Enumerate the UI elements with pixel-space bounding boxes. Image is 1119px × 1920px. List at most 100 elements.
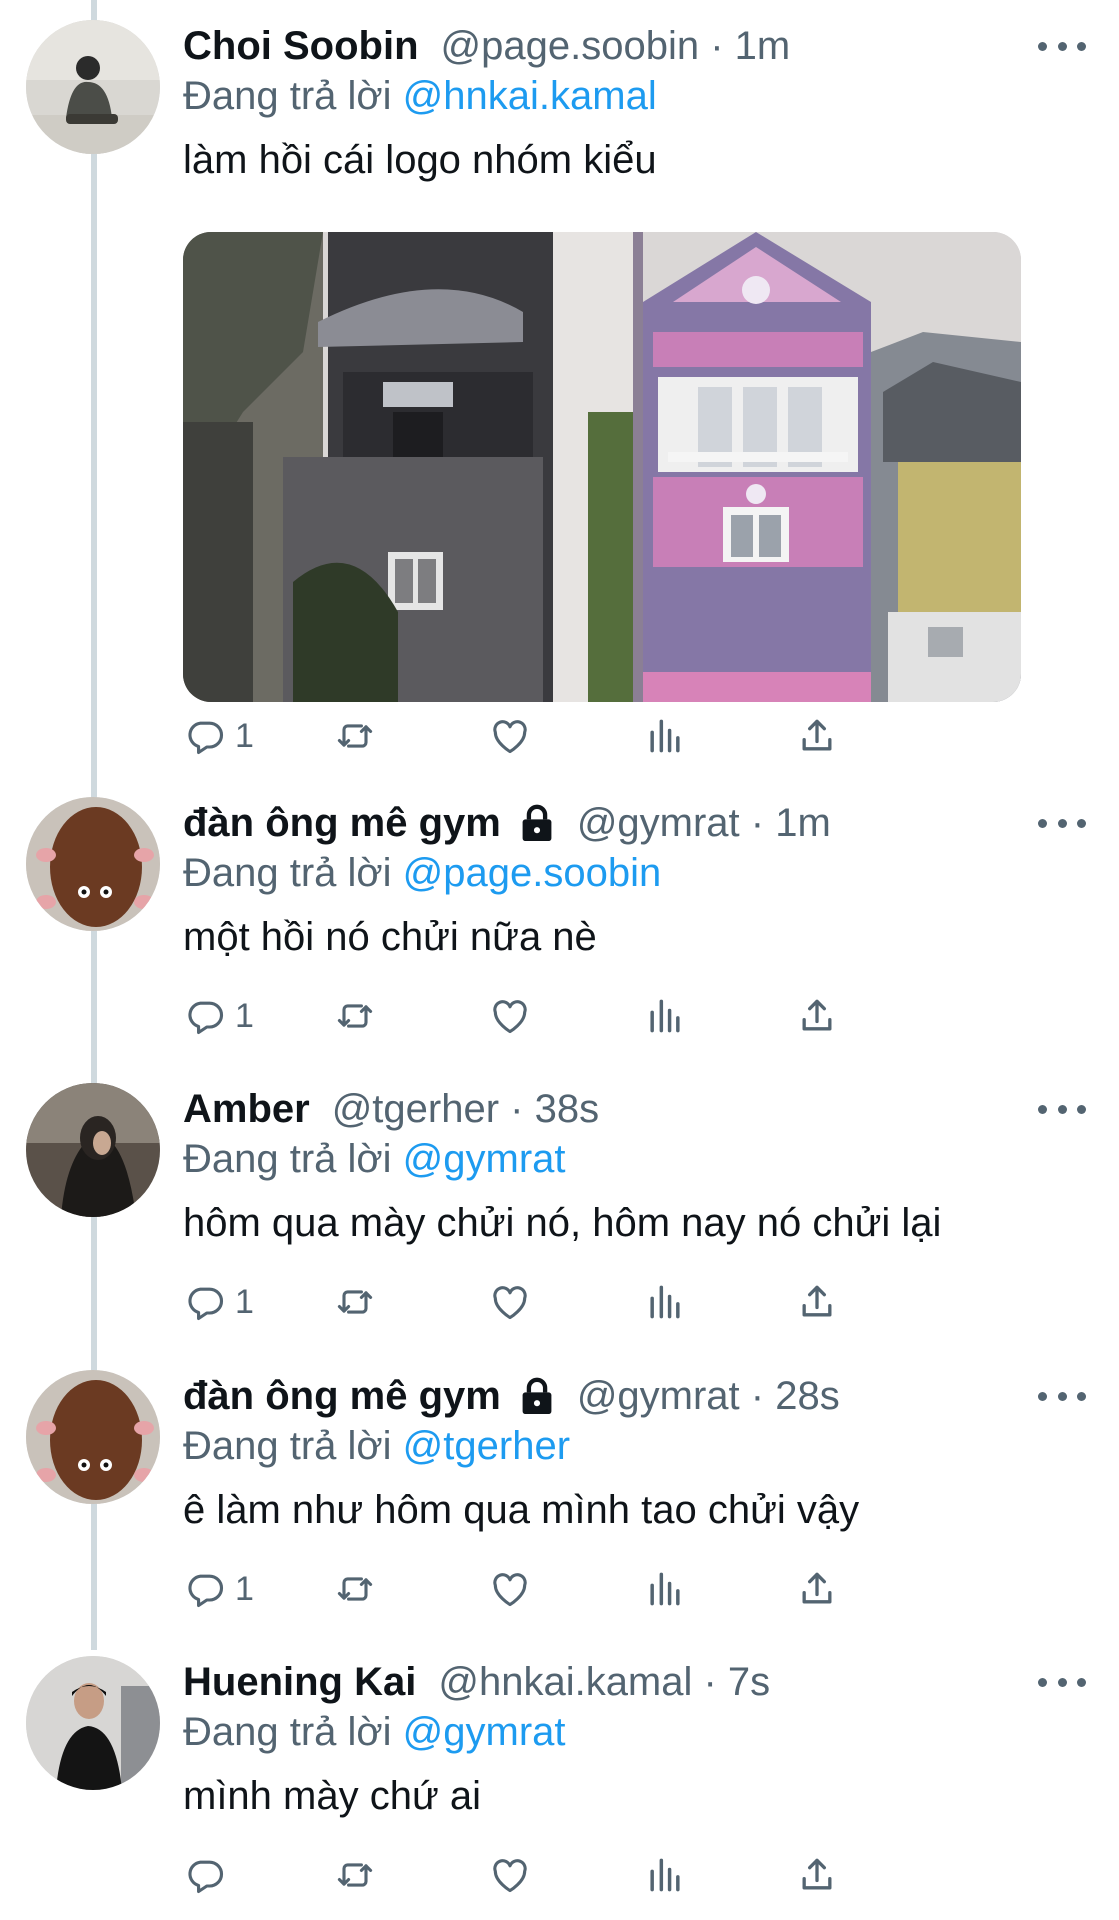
replying-to-link[interactable]: @hnkai.kamal	[403, 74, 657, 118]
houses-image	[183, 232, 1021, 702]
handle-and-time[interactable]: @tgerher · 38s	[332, 1083, 599, 1135]
display-name[interactable]: Amber	[183, 1083, 310, 1135]
tweet-actions: 1	[183, 1563, 983, 1615]
tweet-gymrat-1[interactable]: đàn ông mê gym @gymrat · 1m Đang trả lời…	[0, 797, 1119, 1037]
like-button[interactable]	[488, 1276, 532, 1328]
more-icon[interactable]	[1038, 34, 1086, 58]
share-icon	[802, 1285, 832, 1317]
like-icon	[493, 1286, 527, 1320]
display-name[interactable]: Huening Kai	[183, 1656, 416, 1708]
like-icon	[493, 720, 527, 754]
views-icon	[650, 719, 680, 753]
avatar[interactable]	[26, 1083, 160, 1217]
views-button[interactable]	[643, 710, 687, 762]
reply-icon	[188, 721, 224, 755]
share-icon	[802, 1858, 832, 1890]
avatar-image	[26, 1656, 160, 1790]
tweet-actions: 1	[183, 1276, 983, 1328]
display-name[interactable]: đàn ông mê gym	[183, 1370, 501, 1422]
reply-count: 1	[235, 1569, 254, 1608]
retweet-button[interactable]	[333, 1276, 377, 1328]
tweet-text: một hồi nó chửi nữa nè	[183, 915, 597, 959]
views-button[interactable]	[643, 1276, 687, 1328]
like-button[interactable]	[488, 1563, 532, 1615]
share-button[interactable]	[795, 1563, 839, 1615]
like-button[interactable]	[488, 710, 532, 762]
share-button[interactable]	[795, 710, 839, 762]
replying-to: Đang trả lời @hnkai.kamal	[183, 70, 657, 122]
avatar[interactable]	[26, 20, 160, 154]
more-icon[interactable]	[1038, 1670, 1086, 1694]
reply-button[interactable]: 1	[183, 990, 254, 1042]
tweet-huening-kai[interactable]: Huening Kai @hnkai.kamal · 7s Đang trả l…	[0, 1656, 1119, 1906]
replying-to-link[interactable]: @gymrat	[403, 1137, 566, 1181]
tweet-gymrat-2[interactable]: đàn ông mê gym @gymrat · 28s Đang trả lờ…	[0, 1370, 1119, 1610]
replying-to: Đang trả lời @gymrat	[183, 1706, 566, 1758]
retweet-button[interactable]	[333, 1563, 377, 1615]
reply-button[interactable]	[183, 1849, 235, 1901]
avatar[interactable]	[26, 1656, 160, 1790]
replying-to: Đang trả lời @tgerher	[183, 1420, 570, 1472]
display-name[interactable]: đàn ông mê gym	[183, 797, 501, 849]
avatar[interactable]	[26, 797, 160, 931]
replying-prefix: Đang trả lời	[183, 851, 392, 895]
retweet-button[interactable]	[333, 990, 377, 1042]
lock-icon	[522, 804, 552, 841]
like-button[interactable]	[488, 990, 532, 1042]
tweet-header: đàn ông mê gym @gymrat · 1m	[183, 797, 831, 849]
replying-prefix: Đang trả lời	[183, 1710, 392, 1754]
views-icon	[650, 999, 680, 1033]
replying-to-link[interactable]: @tgerher	[403, 1424, 570, 1468]
retweet-icon	[337, 724, 373, 748]
avatar-image	[26, 1370, 160, 1504]
reply-count: 1	[235, 716, 254, 755]
tweet-actions	[183, 1849, 983, 1901]
tweet-choi-soobin[interactable]: Choi Soobin @page.soobin · 1m Đang trả l…	[0, 20, 1119, 760]
replying-to-link[interactable]: @gymrat	[403, 1710, 566, 1754]
tweet-actions: 1	[183, 710, 983, 762]
handle-and-time[interactable]: @gymrat · 1m	[577, 797, 831, 849]
retweet-button[interactable]	[333, 710, 377, 762]
retweet-button[interactable]	[333, 1849, 377, 1901]
share-button[interactable]	[795, 1276, 839, 1328]
views-button[interactable]	[643, 1849, 687, 1901]
avatar-image	[26, 20, 160, 154]
share-icon	[802, 999, 832, 1031]
like-button[interactable]	[488, 1849, 532, 1901]
avatar-image	[26, 797, 160, 931]
handle-and-time[interactable]: @hnkai.kamal · 7s	[438, 1656, 770, 1708]
tweet-text: ê làm như hôm qua mình tao chửi vậy	[183, 1488, 860, 1532]
more-icon[interactable]	[1038, 811, 1086, 835]
views-icon	[650, 1285, 680, 1319]
like-icon	[493, 1573, 527, 1607]
handle-and-time[interactable]: @page.soobin · 1m	[441, 20, 791, 72]
views-icon	[650, 1572, 680, 1606]
retweet-icon	[337, 1290, 373, 1314]
reply-count: 1	[235, 1282, 254, 1321]
handle-and-time[interactable]: @gymrat · 28s	[577, 1370, 840, 1422]
tweet-header: Huening Kai @hnkai.kamal · 7s	[183, 1656, 770, 1708]
share-button[interactable]	[795, 1849, 839, 1901]
replying-prefix: Đang trả lời	[183, 74, 392, 118]
replying-to-link[interactable]: @page.soobin	[403, 851, 662, 895]
reply-button[interactable]: 1	[183, 1563, 254, 1615]
replying-prefix: Đang trả lời	[183, 1424, 392, 1468]
reply-count: 1	[235, 996, 254, 1035]
tweet-amber[interactable]: Amber @tgerher · 38s Đang trả lời @gymra…	[0, 1083, 1119, 1323]
more-icon[interactable]	[1038, 1384, 1086, 1408]
reply-button[interactable]: 1	[183, 1276, 254, 1328]
reply-icon	[188, 1860, 224, 1894]
retweet-icon	[337, 1577, 373, 1601]
more-icon[interactable]	[1038, 1097, 1086, 1121]
tweet-photo[interactable]	[183, 232, 1021, 702]
reply-icon	[188, 1574, 224, 1608]
replying-to: Đang trả lời @gymrat	[183, 1133, 566, 1185]
views-button[interactable]	[643, 1563, 687, 1615]
tweet-text: hôm qua mày chửi nó, hôm nay nó chửi lại	[183, 1201, 942, 1245]
like-icon	[493, 1000, 527, 1034]
avatar[interactable]	[26, 1370, 160, 1504]
reply-button[interactable]: 1	[183, 710, 254, 762]
share-button[interactable]	[795, 990, 839, 1042]
views-button[interactable]	[643, 990, 687, 1042]
display-name[interactable]: Choi Soobin	[183, 20, 419, 72]
